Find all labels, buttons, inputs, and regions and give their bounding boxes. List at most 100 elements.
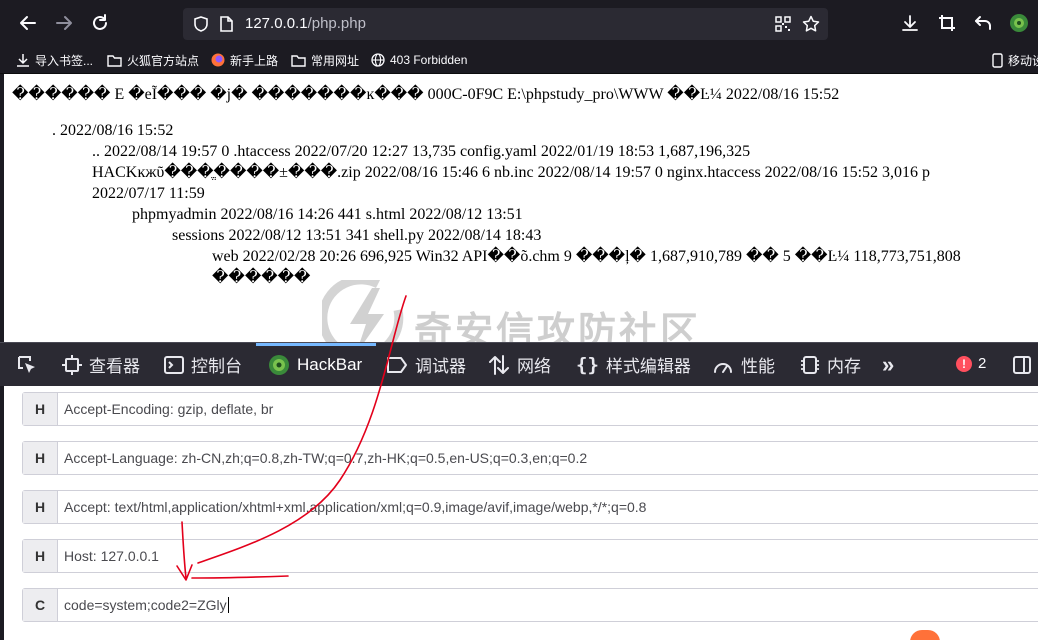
header-row-cookie[interactable]: C code=system;code2=ZGly — [22, 588, 1038, 622]
back-button[interactable] — [14, 9, 42, 37]
folder-icon — [291, 54, 306, 67]
tab-style-editor[interactable]: {} 样式编辑器 — [576, 343, 691, 386]
header-row-accept-encoding[interactable]: H Accept-Encoding: gzip, deflate, br — [22, 392, 1038, 426]
reload-icon — [93, 14, 107, 30]
download-icon — [902, 15, 918, 31]
console-icon — [164, 355, 184, 374]
tab-performance[interactable]: 性能 — [712, 343, 775, 386]
dir-entry-parent: .. 2022/08/14 19:57 0 .htaccess 2022/07/… — [92, 143, 751, 160]
watermark: 奇安信攻防社区 — [322, 274, 742, 342]
firefox-corner-icon — [910, 630, 940, 640]
header-row-accept-language[interactable]: H Accept-Language: zh-CN,zh;q=0.8,zh-TW;… — [22, 441, 1038, 475]
tab-network[interactable]: 网络 — [488, 343, 551, 386]
element-picker-button[interactable] — [16, 343, 38, 386]
forward-arrow-icon — [56, 16, 72, 30]
bookmark-mobile[interactable]: 移动设 — [992, 51, 1038, 69]
tab-label: 调试器 — [415, 357, 466, 376]
header-value-input[interactable]: Accept: text/html,application/xhtml+xml,… — [64, 499, 646, 515]
page-info-icon[interactable] — [219, 16, 234, 32]
error-icon: ! — [956, 355, 972, 372]
undo-button[interactable] — [971, 11, 995, 35]
back-arrow-icon — [20, 16, 36, 30]
error-count: 2 — [978, 355, 987, 372]
inspector-icon — [62, 354, 82, 375]
tab-label: 查看器 — [89, 357, 140, 376]
debugger-icon — [387, 356, 407, 373]
bookmark-label: 403 Forbidden — [390, 53, 468, 67]
dir-entry-phpmyadmin: phpmyadmin 2022/08/16 14:26 441 s.html 2… — [132, 206, 523, 223]
lightning-logo-icon — [322, 280, 404, 342]
shield-icon — [194, 16, 208, 32]
dock-toggle-button[interactable] — [1012, 343, 1032, 386]
bookmark-import[interactable]: 导入书签... — [16, 51, 93, 69]
bookmark-label: 移动设 — [1008, 53, 1038, 68]
memory-icon — [801, 355, 819, 374]
tab-debugger[interactable]: 调试器 — [386, 343, 466, 386]
url-host: 127.0.0.1 — [245, 15, 308, 32]
more-tools-button[interactable]: » — [882, 343, 894, 386]
dir-entry-sessions: sessions 2022/08/12 13:51 341 shell.py 2… — [172, 227, 542, 244]
watermark-text: 奇安信攻防社区 — [414, 309, 702, 342]
tab-memory[interactable]: 内存 — [800, 343, 861, 386]
text-caret — [227, 597, 229, 613]
bookmark-getting-started[interactable]: 新手上路 — [211, 51, 278, 69]
bookmarks-bar: 导入书签... 火狐官方站点 新手上路 常用网址 403 Forbidden 移… — [0, 46, 1038, 74]
bookmark-firefox-site[interactable]: 火狐官方站点 — [107, 51, 199, 69]
element-picker-icon — [18, 355, 35, 373]
bookmark-label: 火狐官方站点 — [127, 53, 200, 68]
reload-button[interactable] — [86, 9, 114, 37]
bookmark-label: 导入书签... — [35, 53, 94, 68]
bookmark-common-sites[interactable]: 常用网址 — [291, 51, 359, 69]
tab-hackbar[interactable]: HackBar — [268, 343, 362, 386]
header-value-input[interactable]: Host: 127.0.0.1 — [64, 548, 159, 564]
dir-entry-web: web 2022/02/28 20:26 696,925 Win32 API��… — [212, 248, 961, 265]
undo-arrow-icon — [975, 16, 991, 30]
screenshot-button[interactable] — [935, 11, 959, 35]
dock-icon — [1013, 355, 1031, 374]
hackbar-extension-button[interactable] — [1007, 11, 1031, 35]
header-value-input[interactable]: Accept-Encoding: gzip, deflate, br — [64, 401, 273, 417]
firefox-icon — [211, 53, 225, 67]
header-type-toggle[interactable]: H — [23, 491, 58, 523]
hackbar-panel: H Accept-Encoding: gzip, deflate, br H A… — [0, 386, 1038, 640]
header-row-host[interactable]: H Host: 127.0.0.1 — [22, 539, 1038, 573]
header-type-toggle[interactable]: H — [23, 540, 58, 572]
dir-entry-files: HACKĸжῦ���ֱ����±���.zip 2022/08/16 15:46… — [92, 164, 931, 181]
cookie-value-text: code=system;code2=ZGly — [64, 597, 227, 613]
crop-icon — [939, 15, 955, 31]
url-text[interactable]: 127.0.0.1/php.php — [245, 15, 366, 32]
tab-inspector[interactable]: 查看器 — [62, 343, 140, 386]
forward-button[interactable] — [50, 9, 78, 37]
dir-listing-header: ������ E �eĨ��� �j� �������ĸ��� 000C-0F9… — [12, 86, 840, 103]
url-path: /php.php — [307, 15, 366, 32]
bookmark-403-forbidden[interactable]: 403 Forbidden — [371, 51, 467, 69]
header-type-toggle[interactable]: H — [23, 442, 58, 474]
header-type-toggle[interactable]: C — [23, 589, 58, 621]
dir-listing-footer: ������ — [212, 269, 311, 286]
devtools-tabbar: 查看器 控制台 HackBar 调试器 网络 {} 样式编辑器 性能 内存 » … — [0, 342, 1038, 386]
import-icon — [17, 54, 29, 67]
tab-label: 内存 — [827, 357, 861, 376]
tab-label: 样式编辑器 — [605, 357, 691, 376]
qr-code-icon[interactable] — [775, 16, 791, 32]
hackbar-icon — [269, 354, 289, 375]
error-count-badge[interactable]: ! 2 — [956, 355, 986, 372]
tab-label: HackBar — [297, 354, 363, 374]
dir-entry-date: 2022/07/17 11:59 — [92, 185, 205, 202]
header-value-input[interactable]: Accept-Language: zh-CN,zh;q=0.8,zh-TW;q=… — [64, 450, 587, 466]
tab-console[interactable]: 控制台 — [164, 343, 242, 386]
tab-label: 控制台 — [191, 357, 242, 376]
url-bar[interactable]: 127.0.0.1/php.php — [183, 8, 828, 40]
page-content: ������ E �eĨ��� �j� �������ĸ��� 000C-0F9… — [0, 74, 1038, 342]
folder-icon — [107, 54, 122, 67]
mobile-icon — [992, 52, 1003, 68]
header-type-toggle[interactable]: H — [23, 393, 58, 425]
cookie-value-input[interactable]: code=system;code2=ZGly — [64, 597, 229, 613]
browser-toolbar: 127.0.0.1/php.php — [0, 0, 1038, 46]
header-row-accept[interactable]: H Accept: text/html,application/xhtml+xm… — [22, 490, 1038, 524]
style-editor-icon: {} — [576, 353, 599, 376]
double-chevron-right-icon: » — [882, 351, 895, 377]
downloads-button[interactable] — [898, 11, 922, 35]
network-icon — [489, 354, 509, 375]
bookmark-star-icon[interactable] — [802, 15, 820, 33]
